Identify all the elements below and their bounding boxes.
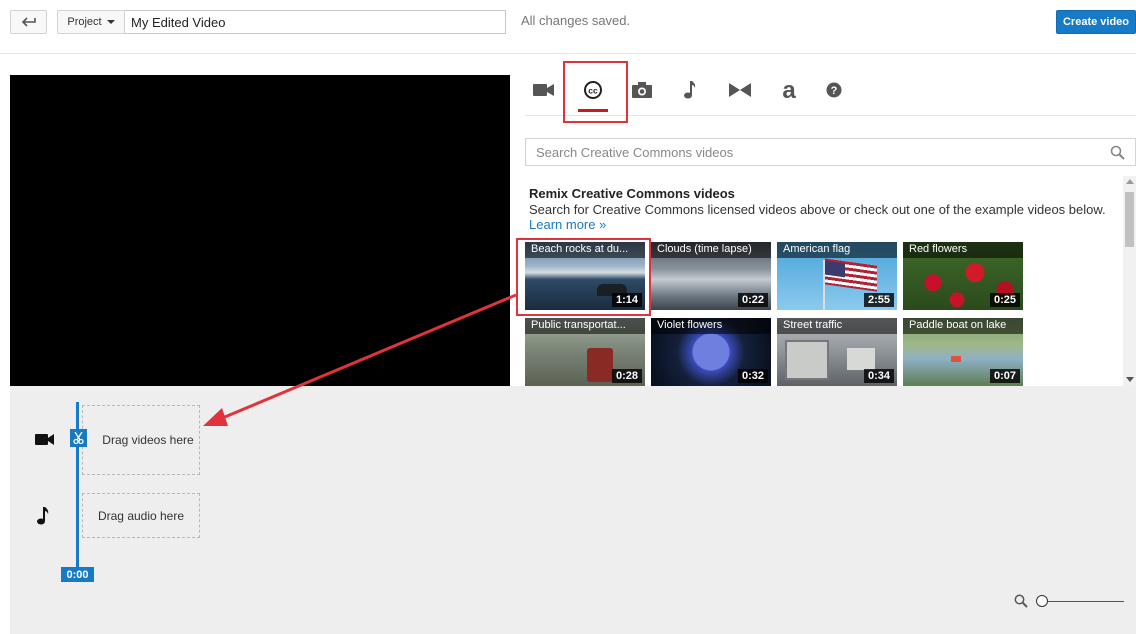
video-track-icon bbox=[35, 434, 54, 445]
tab-audio[interactable] bbox=[671, 64, 709, 116]
video-thumbnail-paddle-boat[interactable]: Paddle boat on lake 0:07 bbox=[903, 318, 1023, 386]
text-icon: a bbox=[782, 80, 796, 100]
tab-text[interactable]: a bbox=[770, 64, 808, 116]
scroll-up-icon[interactable] bbox=[1126, 179, 1134, 184]
thumbnail-duration: 2:55 bbox=[863, 293, 894, 307]
chevron-down-icon bbox=[106, 20, 115, 24]
thumbnail-title: Public transportat... bbox=[525, 318, 645, 334]
video-thumbnail-red-flowers[interactable]: Red flowers 0:25 bbox=[903, 242, 1023, 310]
audio-drop-zone[interactable]: Drag audio here bbox=[82, 493, 200, 538]
beach-thumbnail-highlight bbox=[516, 238, 651, 316]
thumbnail-duration: 0:28 bbox=[611, 369, 642, 383]
thumbnail-duration: 0:07 bbox=[989, 369, 1020, 383]
video-preview-player[interactable] bbox=[10, 75, 510, 386]
playhead[interactable] bbox=[76, 402, 79, 567]
search-input[interactable] bbox=[526, 139, 1096, 165]
scroll-down-icon[interactable] bbox=[1126, 377, 1134, 382]
video-thumbnail-public-transportation[interactable]: Public transportat... 0:28 bbox=[525, 318, 645, 386]
thumbnail-title: Paddle boat on lake bbox=[903, 318, 1023, 334]
save-status: All changes saved. bbox=[521, 13, 631, 28]
thumbnail-duration: 0:22 bbox=[737, 293, 768, 307]
video-camera-icon bbox=[533, 84, 554, 96]
split-clip-button[interactable] bbox=[70, 429, 87, 447]
tab-help[interactable]: ? bbox=[815, 64, 853, 116]
back-button[interactable] bbox=[10, 10, 47, 34]
playhead-time: 0:00 bbox=[61, 567, 94, 582]
tab-photos[interactable] bbox=[623, 64, 661, 116]
learn-more-link[interactable]: Learn more » bbox=[529, 217, 606, 232]
help-icon: ? bbox=[826, 82, 842, 98]
search-box bbox=[525, 138, 1136, 166]
scroll-thumb[interactable] bbox=[1125, 192, 1134, 247]
thumbnail-duration: 0:25 bbox=[989, 293, 1020, 307]
thumbnail-title: Street traffic bbox=[777, 318, 897, 334]
scissors-icon bbox=[73, 432, 84, 444]
video-title-input[interactable] bbox=[125, 10, 506, 34]
transitions-icon bbox=[729, 83, 751, 97]
audio-track-icon bbox=[37, 507, 49, 525]
photo-camera-icon bbox=[632, 82, 652, 98]
thumbnail-title: Red flowers bbox=[903, 242, 1023, 258]
zoom-slider-track[interactable] bbox=[1042, 601, 1124, 602]
tab-transitions[interactable] bbox=[721, 64, 759, 116]
top-bar: Project All changes saved. Create video bbox=[0, 0, 1136, 54]
svg-text:?: ? bbox=[831, 85, 838, 97]
back-arrow-icon bbox=[21, 17, 36, 27]
video-drop-zone[interactable]: Drag videos here bbox=[82, 405, 200, 475]
svg-text:a: a bbox=[782, 80, 796, 100]
project-menu-button[interactable]: Project bbox=[57, 10, 125, 34]
video-thumbnail-american-flag[interactable]: American flag 2:55 bbox=[777, 242, 897, 310]
search-icon[interactable] bbox=[1110, 145, 1125, 160]
library-scrollbar[interactable] bbox=[1123, 176, 1136, 386]
thumbnail-title: Violet flowers bbox=[651, 318, 771, 334]
thumbnail-title: Clouds (time lapse) bbox=[651, 242, 771, 258]
library-title: Remix Creative Commons videos bbox=[529, 186, 735, 201]
creative-commons-tab-highlight bbox=[563, 61, 628, 123]
thumbnail-duration: 0:34 bbox=[863, 369, 894, 383]
project-label: Project bbox=[67, 16, 102, 28]
thumbnail-duration: 0:32 bbox=[737, 369, 768, 383]
zoom-slider-handle[interactable] bbox=[1036, 595, 1048, 607]
video-thumbnail-clouds[interactable]: Clouds (time lapse) 0:22 bbox=[651, 242, 771, 310]
library-description: Search for Creative Commons licensed vid… bbox=[529, 202, 1106, 217]
video-thumbnail-violet-flowers[interactable]: Violet flowers 0:32 bbox=[651, 318, 771, 386]
music-note-icon bbox=[684, 81, 696, 99]
video-thumbnail-street-traffic[interactable]: Street traffic 0:34 bbox=[777, 318, 897, 386]
tab-my-videos[interactable] bbox=[525, 64, 563, 116]
thumbnail-title: American flag bbox=[777, 242, 897, 258]
create-video-button[interactable]: Create video bbox=[1056, 10, 1136, 34]
zoom-icon bbox=[1014, 594, 1028, 608]
timeline-panel: Drag videos here Drag audio here 0:00 bbox=[10, 386, 1136, 634]
